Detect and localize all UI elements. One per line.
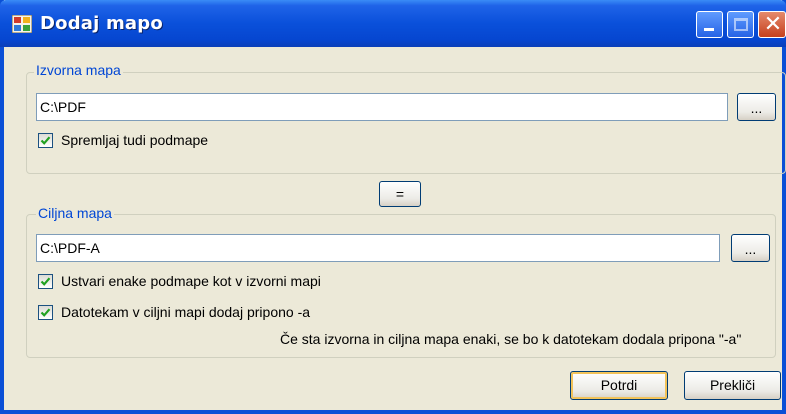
maximize-button[interactable] [727, 11, 754, 38]
checkmark-icon [40, 308, 51, 317]
maximize-icon [734, 18, 748, 31]
include-subfolders-label[interactable]: Spremljaj tudi podmape [61, 132, 208, 148]
cancel-button[interactable]: Prekliči [684, 371, 781, 400]
target-path-input[interactable]: C:\PDF-A [36, 234, 720, 262]
add-suffix-label[interactable]: Datotekam v ciljni mapi dodaj pripono -a [61, 304, 310, 320]
source-path-input[interactable]: C:\PDF [36, 93, 728, 121]
close-icon: ✕ [763, 12, 783, 37]
dialog-window: Dodaj mapo ✕ Izvorna mapa C:\PDF ... Spr… [0, 0, 786, 414]
source-folder-legend: Izvorna mapa [34, 62, 123, 78]
target-browse-button[interactable]: ... [731, 234, 770, 262]
source-browse-button[interactable]: ... [737, 93, 776, 121]
minimize-icon [704, 28, 714, 31]
checkmark-icon [40, 277, 51, 286]
equal-folders-button[interactable]: = [379, 181, 421, 207]
minimize-button[interactable] [696, 11, 723, 38]
include-subfolders-checkbox[interactable] [38, 133, 53, 148]
target-folder-legend: Ciljna mapa [36, 205, 114, 221]
source-folder-group [26, 72, 786, 174]
confirm-button[interactable]: Potrdi [570, 371, 668, 400]
create-subfolders-label[interactable]: Ustvari enake podmape kot v izvorni mapi [61, 273, 321, 289]
add-suffix-checkbox[interactable] [38, 305, 53, 320]
suffix-note: Če sta izvorna in ciljna mapa enaki, se … [280, 331, 742, 347]
app-icon [12, 15, 32, 33]
title-bar[interactable]: Dodaj mapo ✕ [0, 0, 786, 47]
window-title: Dodaj mapo [40, 13, 163, 34]
checkmark-icon [40, 136, 51, 145]
create-subfolders-checkbox[interactable] [38, 274, 53, 289]
close-button[interactable]: ✕ [758, 11, 786, 38]
